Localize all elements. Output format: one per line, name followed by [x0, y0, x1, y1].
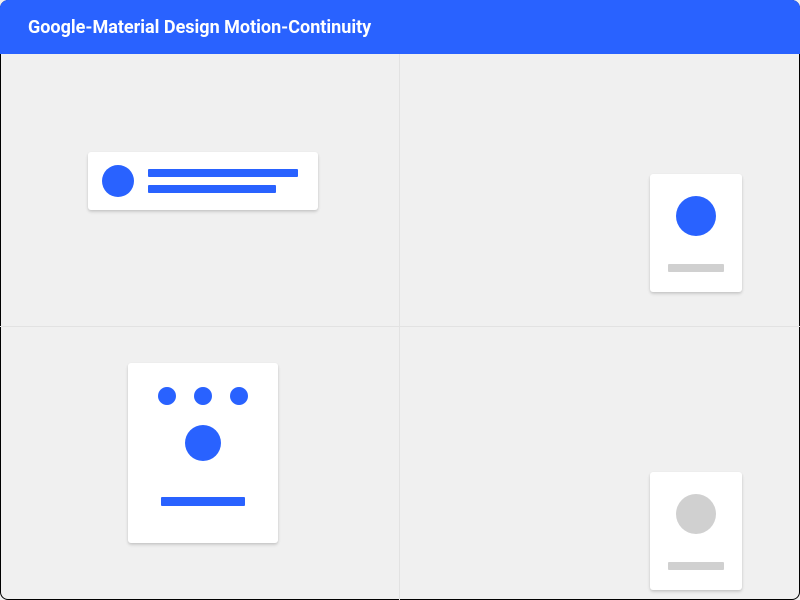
profile-tile-active[interactable] [650, 174, 742, 292]
bar-placeholder [161, 497, 245, 506]
quadrant-bottom-left [0, 327, 400, 600]
quadrant-top-right [400, 54, 800, 327]
app-header: Google-Material Design Motion-Continuity [0, 0, 800, 54]
demo-grid [0, 54, 800, 600]
dot-icon [194, 387, 212, 405]
dot-icon [230, 387, 248, 405]
text-line-placeholder [148, 169, 298, 177]
dot-row [158, 387, 248, 405]
quadrant-bottom-right [400, 327, 800, 600]
quadrant-top-left [0, 54, 400, 327]
avatar-icon [676, 494, 716, 534]
big-dot-icon [185, 425, 221, 461]
header-title: Google-Material Design Motion-Continuity [28, 17, 371, 38]
text-line-placeholder [148, 185, 276, 193]
app-frame: Google-Material Design Motion-Continuity [0, 0, 800, 600]
avatar-icon [676, 196, 716, 236]
avatar-icon [102, 165, 134, 197]
profile-tile-inactive[interactable] [650, 472, 742, 590]
dots-card[interactable] [128, 363, 278, 543]
dot-icon [158, 387, 176, 405]
text-lines [148, 169, 304, 193]
list-item-card[interactable] [88, 152, 318, 210]
text-line-placeholder [668, 264, 724, 272]
text-line-placeholder [668, 562, 724, 570]
